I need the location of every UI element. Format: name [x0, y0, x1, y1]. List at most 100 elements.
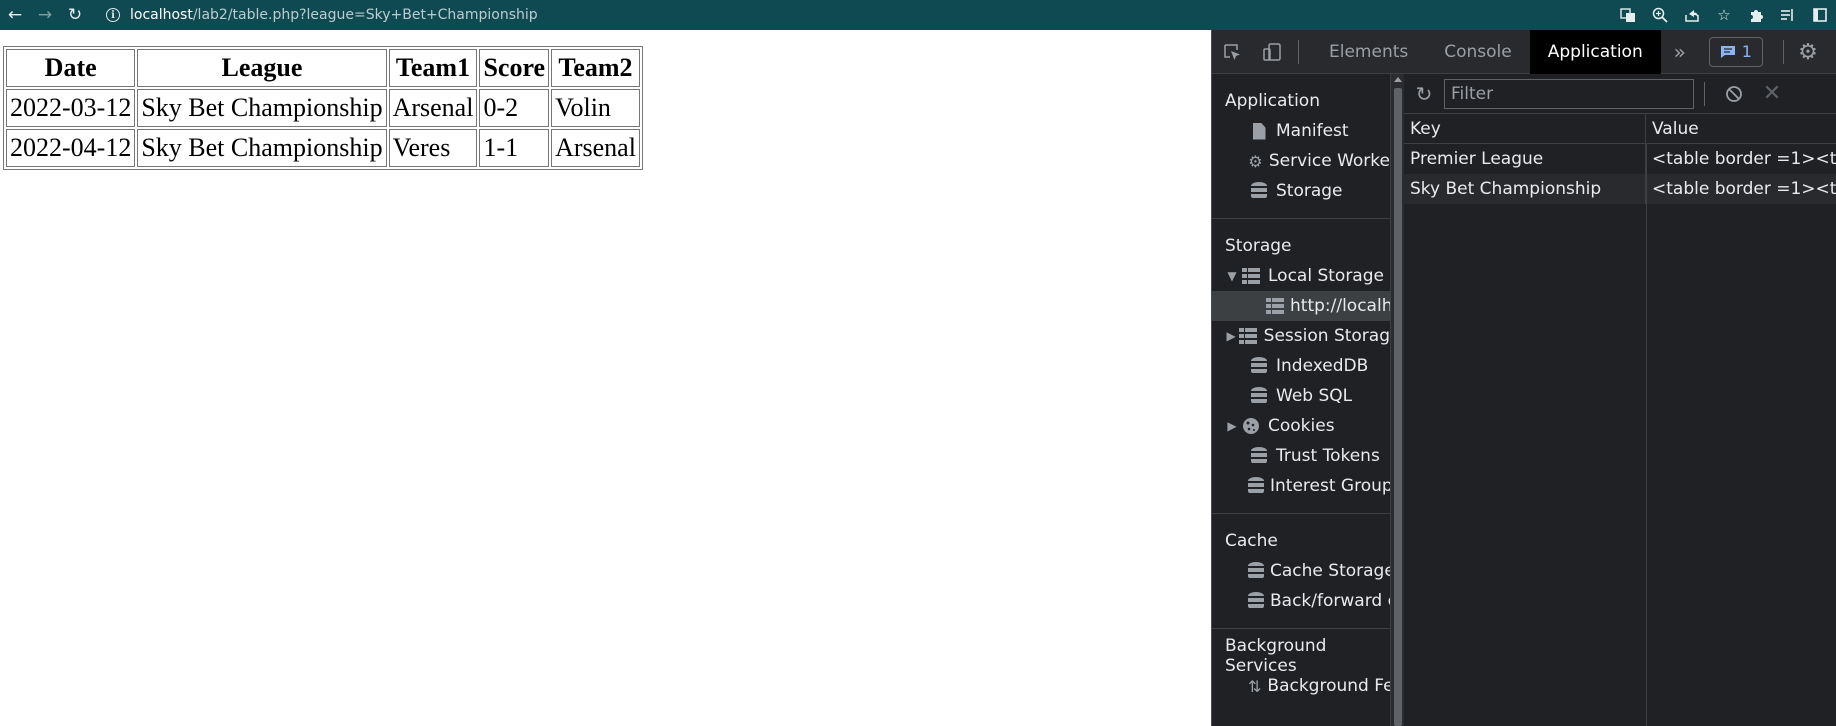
sidebar-item-local-storage-origin[interactable]: http://localh [1212, 291, 1390, 321]
database-icon [1248, 446, 1270, 466]
table-grid-icon [1238, 326, 1258, 346]
storage-table-header: Key Value [1404, 114, 1836, 144]
cell-score: 1-1 [479, 129, 550, 167]
table-grid-icon [1240, 266, 1262, 286]
storage-value: <table border =1><tr><th>Date</th><th>Le… [1652, 179, 1836, 199]
local-storage-view: ↻ ✕ Key Value Premier League <table bord… [1404, 74, 1836, 726]
sidebar-item-storage[interactable]: Storage [1212, 176, 1390, 206]
tab-elements[interactable]: Elements [1311, 30, 1426, 74]
reload-icon[interactable]: ↻ [60, 1, 90, 29]
section-application: Application [1225, 91, 1320, 111]
sidebar-item-back-forward-cache[interactable]: Back/forward c [1212, 586, 1390, 616]
cell-score: 0-2 [479, 89, 550, 127]
expand-down-icon[interactable]: ▼ [1224, 269, 1240, 283]
url-path: /lab2/table.php?league=Sky+Bet+Champions… [192, 7, 538, 23]
back-arrow-icon[interactable]: ← [0, 1, 30, 29]
cell-league: Sky Bet Championship [137, 129, 387, 167]
database-icon [1248, 181, 1270, 201]
page-viewport: Date League Team1 Score Team2 2022-03-12… [0, 30, 1211, 726]
section-cache: Cache [1225, 531, 1278, 551]
cell-team1: Veres [388, 129, 478, 167]
sidebar-item-websql[interactable]: Web SQL [1212, 381, 1390, 411]
clear-all-icon[interactable] [1715, 74, 1753, 114]
filter-input[interactable] [1444, 78, 1694, 109]
file-icon [1248, 121, 1270, 141]
matches-table: Date League Team1 Score Team2 2022-03-12… [3, 46, 643, 170]
info-icon[interactable]: i [106, 8, 120, 22]
storage-key: Sky Bet Championship [1404, 174, 1646, 204]
database-icon [1248, 386, 1270, 406]
sidebar-item-local-storage[interactable]: ▼ Local Storage [1212, 261, 1390, 291]
tab-application[interactable]: Application [1529, 29, 1661, 74]
cell-team1: Arsenal [388, 89, 478, 127]
cookie-icon [1240, 416, 1262, 436]
devtools-toolbar: Elements Console Application » 1 ⚙ [1212, 29, 1836, 74]
cell-team2: Volin [551, 89, 640, 127]
toolbar-divider [1298, 39, 1299, 64]
application-sidebar: Application Manifest ⚙ Service Worke Sto… [1212, 74, 1390, 726]
zoom-icon[interactable] [1644, 0, 1676, 30]
storage-table: Key Value Premier League <table border =… [1404, 114, 1836, 726]
database-icon [1248, 561, 1264, 581]
scroll-up-arrow-icon[interactable] [1394, 77, 1402, 82]
sidebar-item-indexeddb[interactable]: IndexedDB [1212, 351, 1390, 381]
column-header-key[interactable]: Key [1404, 114, 1646, 143]
section-background-services: Background Services [1225, 636, 1327, 676]
url-host: localhost [130, 7, 193, 23]
sidebar-item-service-workers[interactable]: ⚙ Service Worke [1212, 146, 1390, 176]
column-header-value[interactable]: Value [1646, 114, 1836, 143]
address-bar[interactable]: i localhost/lab2/table.php?league=Sky+Be… [96, 2, 1596, 28]
share-icon[interactable] [1676, 0, 1708, 30]
table-grid-icon [1266, 296, 1284, 316]
storage-key: Premier League [1404, 144, 1646, 174]
scrollbar-thumb[interactable] [1394, 88, 1402, 726]
up-down-arrows-icon: ⇅ [1248, 676, 1262, 696]
table-row: 2022-03-12 Sky Bet Championship Arsenal … [6, 89, 640, 127]
extensions-icon[interactable] [1740, 0, 1772, 30]
forward-arrow-icon[interactable]: → [30, 1, 60, 29]
star-icon[interactable]: ☆ [1708, 0, 1740, 30]
expand-right-icon[interactable]: ▶ [1224, 329, 1238, 343]
tab-console[interactable]: Console [1426, 30, 1530, 74]
translate-icon[interactable] [1612, 0, 1644, 30]
sidebar-scrollbar[interactable] [1390, 74, 1404, 726]
table-row: 2022-04-12 Sky Bet Championship Veres 1-… [6, 129, 640, 167]
header-date: Date [6, 49, 136, 87]
sidebar-item-cookies[interactable]: ▶ Cookies [1212, 411, 1390, 441]
expand-right-icon[interactable]: ▶ [1224, 419, 1240, 433]
table-row[interactable]: Premier League <table border =1><tr><th>… [1404, 144, 1836, 174]
reading-list-icon[interactable] [1772, 0, 1804, 30]
sidebar-item-interest-groups[interactable]: Interest Group [1212, 471, 1390, 501]
header-team2: Team2 [551, 49, 640, 87]
message-icon [1720, 45, 1735, 58]
sidebar-item-session-storage[interactable]: ▶ Session Storag [1212, 321, 1390, 351]
device-toolbar-icon[interactable] [1252, 30, 1292, 74]
browser-toolbar: ← → ↻ i localhost/lab2/table.php?league=… [0, 0, 1836, 30]
sidebar-item-trust-tokens[interactable]: Trust Tokens [1212, 441, 1390, 471]
section-storage: Storage [1225, 236, 1292, 256]
cell-date: 2022-04-12 [6, 129, 136, 167]
sidebar-item-manifest[interactable]: Manifest [1212, 116, 1390, 146]
delete-selected-icon[interactable]: ✕ [1753, 74, 1791, 114]
header-team1: Team1 [388, 49, 478, 87]
sidebar-item-cache-storage[interactable]: Cache Storage [1212, 556, 1390, 586]
storage-value: <table border =1><tr><th>Date</th><th>Le… [1652, 149, 1836, 169]
header-score: Score [479, 49, 550, 87]
gear-icon: ⚙ [1248, 151, 1263, 171]
database-icon [1248, 356, 1270, 376]
issues-count: 1 [1741, 42, 1752, 61]
sidebar-icon[interactable] [1804, 0, 1836, 30]
cell-team2: Arsenal [551, 129, 640, 167]
table-header-row: Date League Team1 Score Team2 [6, 49, 640, 87]
issues-button[interactable]: 1 [1708, 36, 1763, 67]
devtools-panel: Elements Console Application » 1 ⚙ Appli… [1211, 29, 1836, 726]
filter-toolbar: ↻ ✕ [1404, 74, 1836, 114]
database-icon [1248, 591, 1264, 611]
refresh-icon[interactable]: ↻ [1404, 74, 1444, 114]
cell-date: 2022-03-12 [6, 89, 136, 127]
settings-gear-icon[interactable]: ⚙ [1786, 30, 1830, 74]
more-tabs-icon[interactable]: » [1661, 30, 1699, 74]
table-row[interactable]: Sky Bet Championship <table border =1><t… [1404, 174, 1836, 204]
cell-league: Sky Bet Championship [137, 89, 387, 127]
inspect-element-icon[interactable] [1212, 30, 1252, 74]
